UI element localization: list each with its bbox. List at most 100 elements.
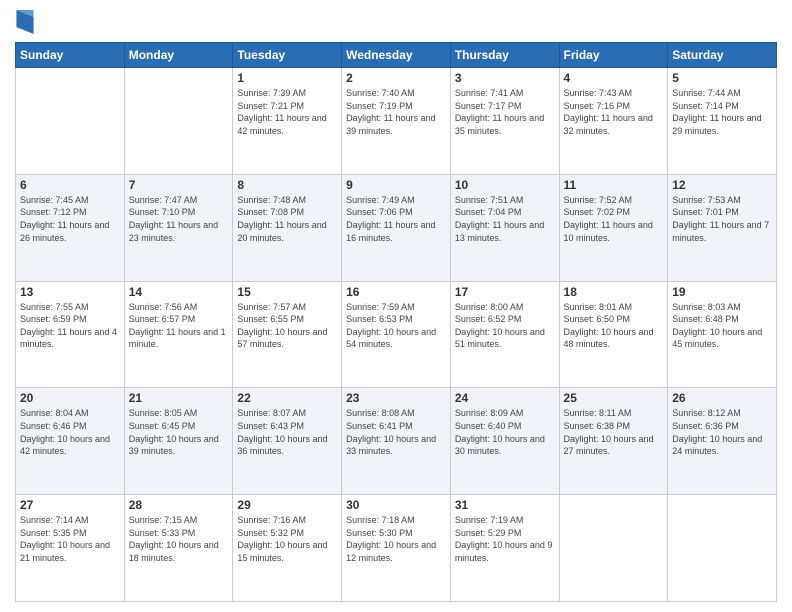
day-info: Sunrise: 7:43 AM Sunset: 7:16 PM Dayligh… [564, 87, 664, 137]
calendar-cell: 20 Sunrise: 8:04 AM Sunset: 6:46 PM Dayli… [16, 388, 125, 495]
day-info: Sunrise: 7:41 AM Sunset: 7:17 PM Dayligh… [455, 87, 555, 137]
day-info: Sunrise: 7:49 AM Sunset: 7:06 PM Dayligh… [346, 194, 446, 244]
calendar-cell: 25Sunrise: 8:11 AM Sunset: 6:38 PM Dayli… [559, 388, 668, 495]
day-info: Sunrise: 8:11 AM Sunset: 6:38 PM Dayligh… [564, 407, 664, 457]
calendar-cell: 19 Sunrise: 8:03 AM Sunset: 6:48 PM Dayli… [668, 281, 777, 388]
day-info: Sunrise: 8:08 AM Sunset: 6:41 PM Dayligh… [346, 407, 446, 457]
day-number: 7 [129, 178, 229, 192]
day-number: 31 [455, 498, 555, 512]
day-number: 19 [672, 285, 772, 299]
calendar-cell: 23 Sunrise: 8:08 AM Sunset: 6:41 PM Dayli… [342, 388, 451, 495]
day-number: 4 [564, 71, 664, 85]
day-info: Sunrise: 8:05 AM Sunset: 6:45 PM Dayligh… [129, 407, 229, 457]
day-header-thursday: Thursday [450, 43, 559, 68]
day-info: Sunrise: 7:40 AM Sunset: 7:19 PM Dayligh… [346, 87, 446, 137]
calendar-header-row: SundayMondayTuesdayWednesdayThursdayFrid… [16, 43, 777, 68]
calendar-cell [668, 495, 777, 602]
day-number: 21 [129, 391, 229, 405]
calendar-cell: 29 Sunrise: 7:16 AM Sunset: 5:32 PM Dayli… [233, 495, 342, 602]
day-info: Sunrise: 8:12 AM Sunset: 6:36 PM Dayligh… [672, 407, 772, 457]
day-header-tuesday: Tuesday [233, 43, 342, 68]
day-info: Sunrise: 7:51 AM Sunset: 7:04 PM Dayligh… [455, 194, 555, 244]
calendar-week-5: 27Sunrise: 7:14 AM Sunset: 5:35 PM Dayli… [16, 495, 777, 602]
day-number: 22 [237, 391, 337, 405]
day-header-friday: Friday [559, 43, 668, 68]
calendar-cell: 22 Sunrise: 8:07 AM Sunset: 6:43 PM Dayli… [233, 388, 342, 495]
day-info: Sunrise: 7:53 AM Sunset: 7:01 PM Dayligh… [672, 194, 772, 244]
day-header-saturday: Saturday [668, 43, 777, 68]
day-info: Sunrise: 7:47 AM Sunset: 7:10 PM Dayligh… [129, 194, 229, 244]
calendar-cell: 2 Sunrise: 7:40 AM Sunset: 7:19 PM Daylig… [342, 68, 451, 175]
day-number: 30 [346, 498, 446, 512]
day-number: 8 [237, 178, 337, 192]
calendar-cell: 7 Sunrise: 7:47 AM Sunset: 7:10 PM Daylig… [124, 174, 233, 281]
calendar-cell: 17 Sunrise: 8:00 AM Sunset: 6:52 PM Dayli… [450, 281, 559, 388]
day-header-monday: Monday [124, 43, 233, 68]
day-number: 29 [237, 498, 337, 512]
day-number: 20 [20, 391, 120, 405]
calendar-cell: 27Sunrise: 7:14 AM Sunset: 5:35 PM Dayli… [16, 495, 125, 602]
calendar-cell [124, 68, 233, 175]
day-info: Sunrise: 7:15 AM Sunset: 5:33 PM Dayligh… [129, 514, 229, 564]
day-info: Sunrise: 7:18 AM Sunset: 5:30 PM Dayligh… [346, 514, 446, 564]
day-info: Sunrise: 7:55 AM Sunset: 6:59 PM Dayligh… [20, 301, 120, 351]
header [15, 10, 777, 34]
calendar-week-3: 13 Sunrise: 7:55 AM Sunset: 6:59 PM Dayli… [16, 281, 777, 388]
calendar-cell: 10 Sunrise: 7:51 AM Sunset: 7:04 PM Dayli… [450, 174, 559, 281]
day-number: 16 [346, 285, 446, 299]
day-info: Sunrise: 7:16 AM Sunset: 5:32 PM Dayligh… [237, 514, 337, 564]
day-info: Sunrise: 7:44 AM Sunset: 7:14 PM Dayligh… [672, 87, 772, 137]
calendar-cell: 16Sunrise: 7:59 AM Sunset: 6:53 PM Dayli… [342, 281, 451, 388]
calendar-cell: 8 Sunrise: 7:48 AM Sunset: 7:08 PM Daylig… [233, 174, 342, 281]
day-info: Sunrise: 8:03 AM Sunset: 6:48 PM Dayligh… [672, 301, 772, 351]
calendar-cell: 18 Sunrise: 8:01 AM Sunset: 6:50 PM Dayli… [559, 281, 668, 388]
day-header-sunday: Sunday [16, 43, 125, 68]
calendar-cell: 1 Sunrise: 7:39 AM Sunset: 7:21 PM Daylig… [233, 68, 342, 175]
calendar-cell: 11Sunrise: 7:52 AM Sunset: 7:02 PM Dayli… [559, 174, 668, 281]
calendar-week-4: 20 Sunrise: 8:04 AM Sunset: 6:46 PM Dayli… [16, 388, 777, 495]
day-number: 2 [346, 71, 446, 85]
day-number: 23 [346, 391, 446, 405]
logo [15, 10, 39, 34]
day-number: 28 [129, 498, 229, 512]
day-number: 14 [129, 285, 229, 299]
day-info: Sunrise: 7:48 AM Sunset: 7:08 PM Dayligh… [237, 194, 337, 244]
day-number: 13 [20, 285, 120, 299]
day-info: Sunrise: 7:57 AM Sunset: 6:55 PM Dayligh… [237, 301, 337, 351]
calendar-cell: 21 Sunrise: 8:05 AM Sunset: 6:45 PM Dayli… [124, 388, 233, 495]
day-number: 1 [237, 71, 337, 85]
day-info: Sunrise: 7:14 AM Sunset: 5:35 PM Dayligh… [20, 514, 120, 564]
day-number: 5 [672, 71, 772, 85]
calendar-cell [16, 68, 125, 175]
calendar-cell: 9 Sunrise: 7:49 AM Sunset: 7:06 PM Daylig… [342, 174, 451, 281]
day-number: 10 [455, 178, 555, 192]
calendar-cell [559, 495, 668, 602]
calendar-cell: 24Sunrise: 8:09 AM Sunset: 6:40 PM Dayli… [450, 388, 559, 495]
calendar-cell: 4 Sunrise: 7:43 AM Sunset: 7:16 PM Daylig… [559, 68, 668, 175]
day-info: Sunrise: 8:07 AM Sunset: 6:43 PM Dayligh… [237, 407, 337, 457]
day-info: Sunrise: 7:39 AM Sunset: 7:21 PM Dayligh… [237, 87, 337, 137]
day-header-wednesday: Wednesday [342, 43, 451, 68]
day-number: 12 [672, 178, 772, 192]
calendar-cell: 26 Sunrise: 8:12 AM Sunset: 6:36 PM Dayli… [668, 388, 777, 495]
page: SundayMondayTuesdayWednesdayThursdayFrid… [0, 0, 792, 612]
calendar-week-2: 6 Sunrise: 7:45 AM Sunset: 7:12 PM Daylig… [16, 174, 777, 281]
day-info: Sunrise: 8:01 AM Sunset: 6:50 PM Dayligh… [564, 301, 664, 351]
calendar-cell: 12 Sunrise: 7:53 AM Sunset: 7:01 PM Dayli… [668, 174, 777, 281]
day-number: 18 [564, 285, 664, 299]
day-number: 9 [346, 178, 446, 192]
calendar-cell: 14Sunrise: 7:56 AM Sunset: 6:57 PM Dayli… [124, 281, 233, 388]
day-info: Sunrise: 7:45 AM Sunset: 7:12 PM Dayligh… [20, 194, 120, 244]
day-number: 11 [564, 178, 664, 192]
calendar-cell: 5 Sunrise: 7:44 AM Sunset: 7:14 PM Daylig… [668, 68, 777, 175]
calendar-week-1: 1 Sunrise: 7:39 AM Sunset: 7:21 PM Daylig… [16, 68, 777, 175]
day-number: 6 [20, 178, 120, 192]
day-info: Sunrise: 8:04 AM Sunset: 6:46 PM Dayligh… [20, 407, 120, 457]
logo-icon [15, 10, 35, 34]
day-info: Sunrise: 8:00 AM Sunset: 6:52 PM Dayligh… [455, 301, 555, 351]
calendar-cell: 28 Sunrise: 7:15 AM Sunset: 5:33 PM Dayli… [124, 495, 233, 602]
day-number: 26 [672, 391, 772, 405]
calendar-cell: 15Sunrise: 7:57 AM Sunset: 6:55 PM Dayli… [233, 281, 342, 388]
day-number: 17 [455, 285, 555, 299]
day-info: Sunrise: 7:19 AM Sunset: 5:29 PM Dayligh… [455, 514, 555, 564]
